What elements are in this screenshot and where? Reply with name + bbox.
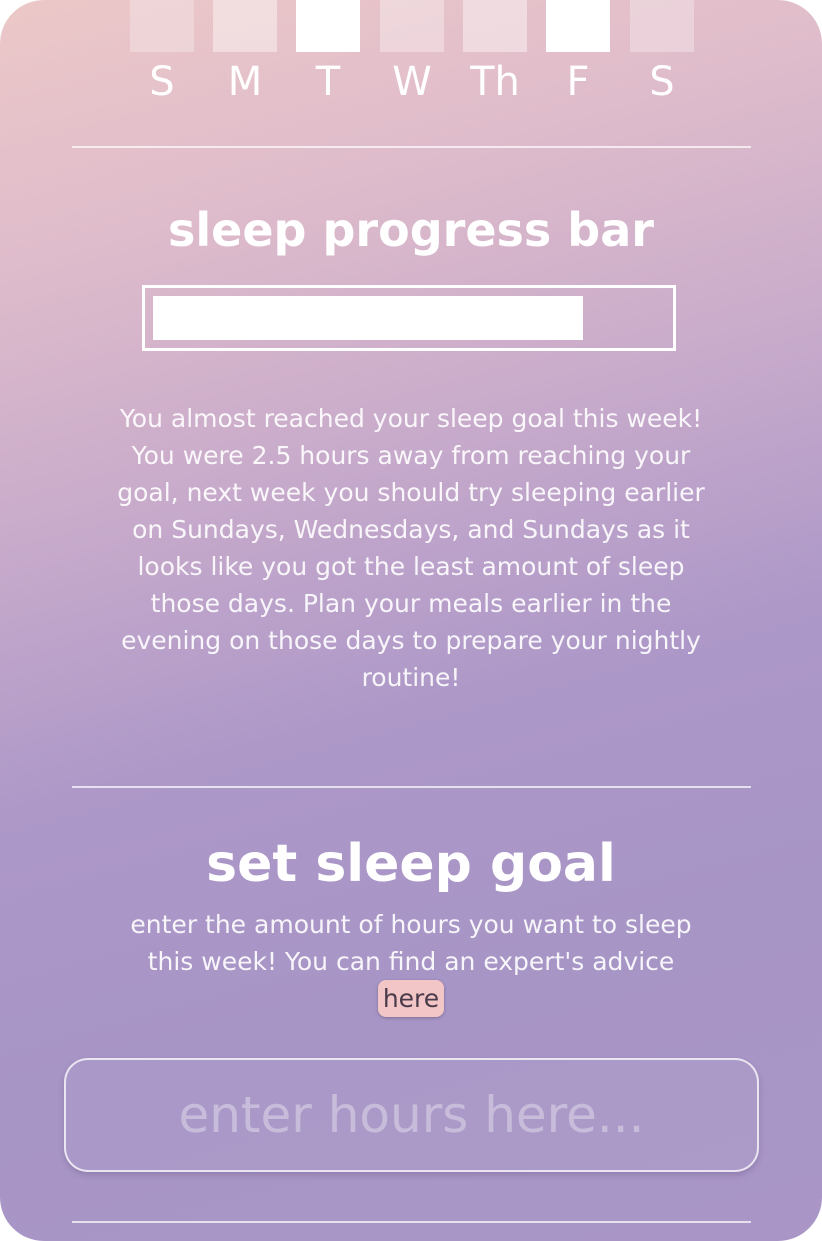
sleep-progress-fill	[153, 296, 583, 340]
day-column-friday: F	[546, 0, 610, 110]
day-column-monday: M	[213, 0, 277, 110]
day-label-tuesday: T	[315, 59, 341, 105]
day-bar-saturday	[630, 0, 694, 52]
day-label-saturday: S	[649, 59, 675, 105]
sleep-hours-input[interactable]	[64, 1058, 759, 1172]
day-column-wednesday: W	[380, 0, 444, 110]
day-bar-wednesday	[380, 0, 444, 52]
sleep-progress-bar	[142, 285, 676, 351]
day-column-tuesday: T	[296, 0, 360, 110]
day-label-sunday: S	[149, 59, 175, 105]
goal-description: enter the amount of hours you want to sl…	[118, 906, 704, 1017]
sleep-tracker-screen: S M T W Th F S sleep progress bar You al…	[0, 0, 822, 1241]
progress-title: sleep progress bar	[168, 203, 654, 257]
day-column-sunday: S	[130, 0, 194, 110]
day-label-thursday: Th	[470, 59, 520, 105]
goal-description-text: enter the amount of hours you want to sl…	[130, 910, 692, 976]
weekly-sleep-chart: S M T W Th F S	[110, 0, 712, 110]
expert-advice-link[interactable]: here	[377, 980, 445, 1017]
progress-message: You almost reached your sleep goal this …	[117, 404, 705, 692]
day-bar-monday	[213, 0, 277, 52]
day-bar-friday	[546, 0, 610, 52]
day-label-friday: F	[566, 59, 590, 105]
goal-title: set sleep goal	[206, 834, 616, 894]
day-bar-sunday	[130, 0, 194, 52]
day-bar-thursday	[463, 0, 527, 52]
section-divider	[72, 786, 751, 788]
day-column-thursday: Th	[463, 0, 527, 110]
day-label-wednesday: W	[392, 59, 432, 105]
day-column-saturday: S	[630, 0, 694, 110]
section-divider	[72, 146, 751, 148]
day-bar-tuesday	[296, 0, 360, 52]
day-label-monday: M	[227, 59, 263, 105]
section-divider	[72, 1221, 751, 1223]
